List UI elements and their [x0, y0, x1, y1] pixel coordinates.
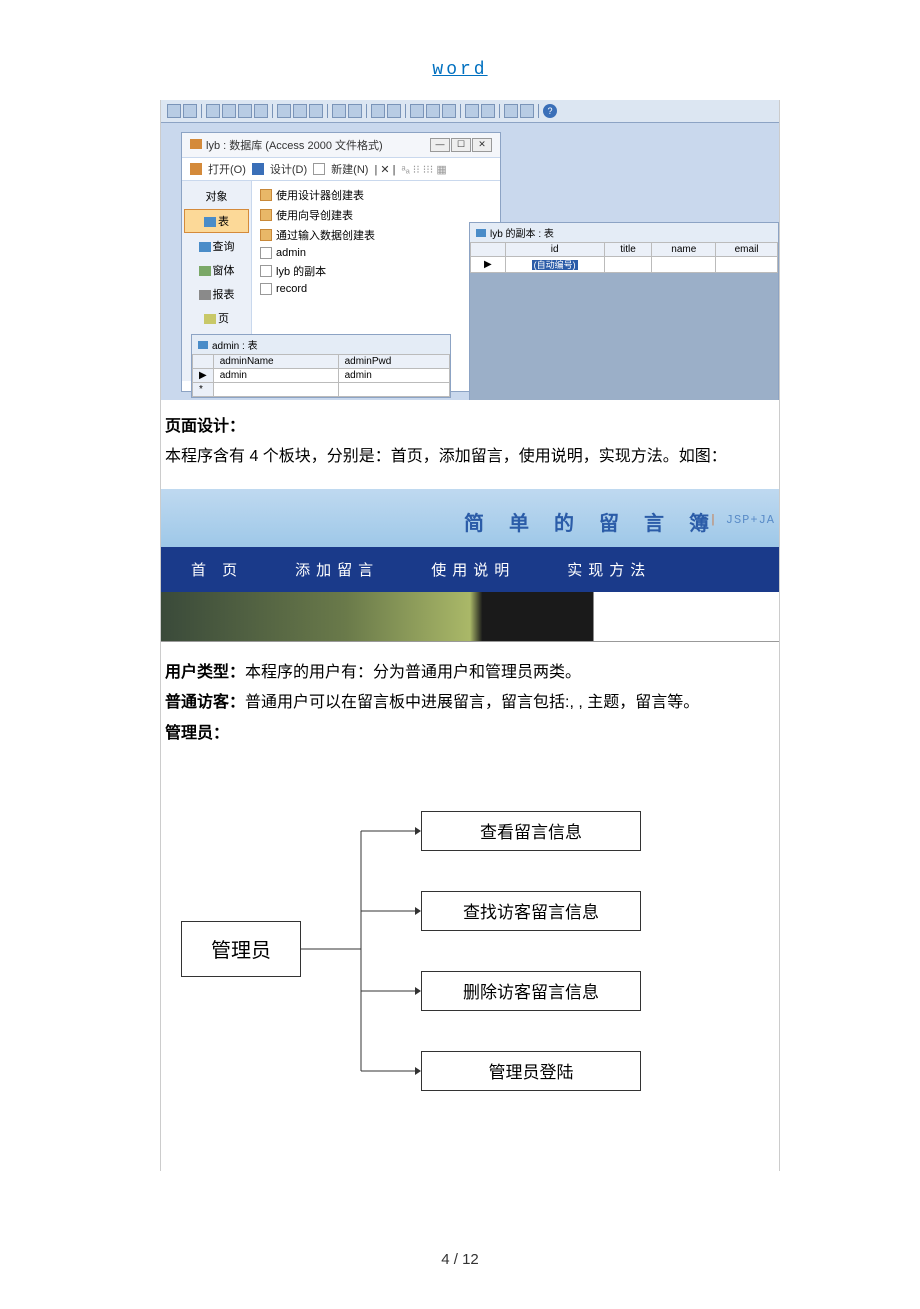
admin-table-window: admin : 表 adminNameadminPwd ▶adminadmin … [191, 334, 451, 398]
nav-add[interactable]: 添加留言 [269, 547, 405, 592]
web-banner-screenshot: 简 单 的 留 言 簿 | JSP+JA 首 页 添加留言 使用说明 实现方法 [161, 489, 779, 642]
flowchart: 管理员 查看留言信息 查找访客留言信息 删除访客留言信息 管理员登陆 [161, 781, 779, 1131]
sidebar-heading: 对象 [184, 185, 249, 207]
db-window-title: lyb : 数据库 (Access 2000 文件格式) [206, 140, 383, 152]
sidebar-item-tables[interactable]: 表 [184, 209, 249, 233]
list-item[interactable]: 使用向导创建表 [256, 205, 496, 225]
sidebar-item-reports[interactable]: 报表 [184, 283, 249, 305]
page-number: 4 / 12 [441, 1251, 479, 1268]
access-screenshot: ? lyb : 数据库 (Access 2000 文件格式) —☐✕ 打开(O)… [161, 100, 779, 400]
flowchart-root: 管理员 [181, 921, 301, 977]
new-button[interactable]: 新建(N) [331, 161, 368, 177]
banner-nav: 首 页 添加留言 使用说明 实现方法 [161, 547, 779, 592]
section-heading: 普通访客： [165, 694, 245, 711]
nav-home[interactable]: 首 页 [165, 547, 269, 592]
banner-title: 简 单 的 留 言 簿 [464, 507, 719, 536]
list-item[interactable]: lyb 的副本 [256, 261, 496, 281]
banner-image [161, 592, 779, 642]
list-item[interactable]: record [256, 281, 496, 297]
sidebar-item-forms[interactable]: 窗体 [184, 259, 249, 281]
list-item[interactable]: 通过输入数据创建表 [256, 225, 496, 245]
window-controls[interactable]: —☐✕ [429, 138, 492, 152]
paragraph: 本程序含有 4 个板块，分别是：首页，添加留言，使用说明，实现方法。如图： [165, 442, 775, 472]
sidebar-item-pages[interactable]: 页 [184, 307, 249, 329]
page-footer: 4 / 12 [0, 1171, 920, 1308]
section-heading: 用户类型： [165, 664, 245, 681]
body-text-2: 用户类型：本程序的用户有：分为普通用户和管理员两类。 普通访客：普通用户可以在留… [161, 646, 779, 761]
content-area: ? lyb : 数据库 (Access 2000 文件格式) —☐✕ 打开(O)… [160, 100, 780, 1171]
section-heading: 管理员： [165, 725, 229, 742]
list-item[interactable]: 使用设计器创建表 [256, 185, 496, 205]
copy-table-window: lyb 的副本 : 表 idtitlenameemail ▶(自动编号) [469, 222, 779, 400]
flowchart-node: 查找访客留言信息 [421, 891, 641, 931]
open-button[interactable]: 打开(O) [208, 161, 246, 177]
sidebar-item-queries[interactable]: 查询 [184, 235, 249, 257]
section-heading: 页面设计： [165, 418, 245, 435]
header-link[interactable]: word [432, 60, 487, 80]
design-button[interactable]: 设计(D) [270, 161, 307, 177]
help-icon: ? [543, 104, 557, 118]
banner-subtitle: | JSP+JA [709, 513, 775, 527]
list-item[interactable]: admin [256, 245, 496, 261]
access-toolbar: ? [161, 100, 779, 123]
body-text: 页面设计： 本程序含有 4 个板块，分别是：首页，添加留言，使用说明，实现方法。… [161, 400, 779, 485]
flowchart-node: 查看留言信息 [421, 811, 641, 851]
nav-impl[interactable]: 实现方法 [541, 547, 677, 592]
flowchart-node: 管理员登陆 [421, 1051, 641, 1091]
nav-help[interactable]: 使用说明 [405, 547, 541, 592]
flowchart-node: 删除访客留言信息 [421, 971, 641, 1011]
page-header: word [0, 0, 920, 90]
